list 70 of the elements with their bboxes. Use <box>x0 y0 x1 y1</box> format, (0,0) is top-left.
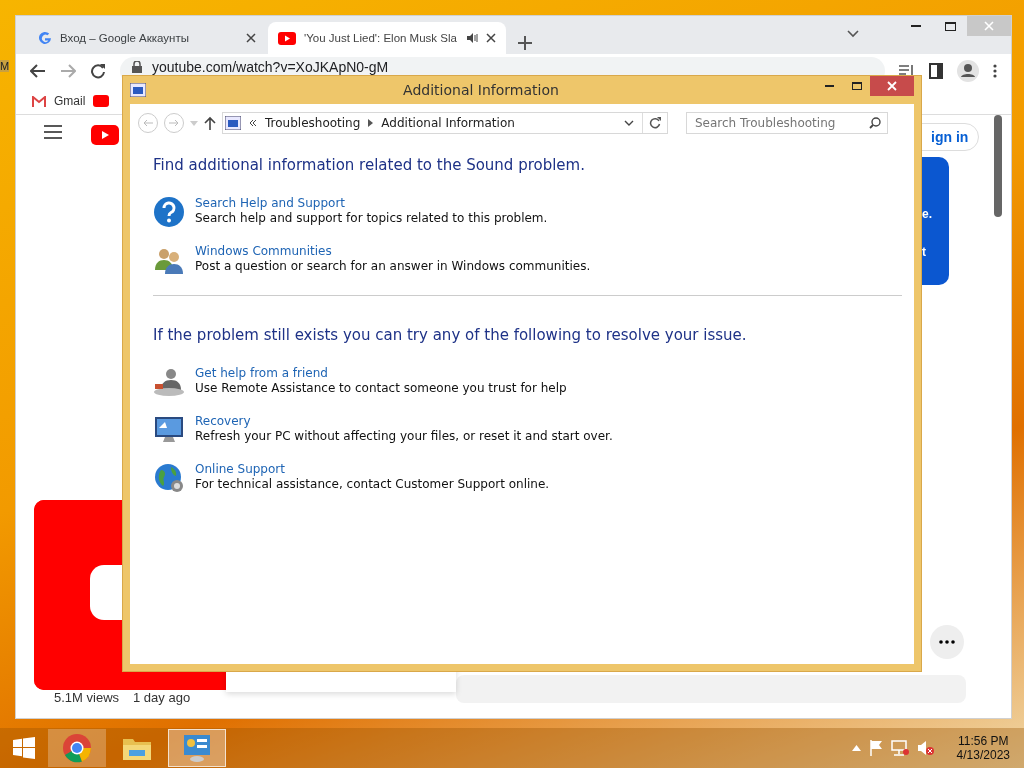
section-heading: Find additional information related to the Sound problem. <box>153 156 586 174</box>
clock-time: 11:56 PM <box>958 734 1009 748</box>
globe-icon <box>153 462 185 494</box>
link[interactable]: Search Help and Support <box>195 196 346 210</box>
back-icon[interactable] <box>30 64 46 78</box>
link[interactable]: Windows Communities <box>195 244 332 258</box>
link-description: Search help and support for topics related to this problem. <box>195 211 548 225</box>
back-icon <box>143 119 153 127</box>
link[interactable]: Online Support <box>195 462 285 476</box>
list-icon[interactable] <box>899 64 915 78</box>
side-panel-icon[interactable] <box>929 63 943 79</box>
taskbar-button[interactable] <box>48 729 106 767</box>
control-panel-icon <box>225 116 241 130</box>
breadcrumb-item[interactable]: Troubleshooting <box>265 116 361 130</box>
address-bar[interactable]: Troubleshooting Additional Information <box>222 112 668 134</box>
dropdown-icon[interactable] <box>847 30 859 38</box>
desktop-icon-label: M <box>0 60 10 72</box>
arrow-icon <box>368 119 374 127</box>
search-field[interactable]: Search Troubleshooting <box>686 112 888 134</box>
lock-icon <box>132 61 142 73</box>
popup-text: e. <box>922 207 932 221</box>
chrome-icon <box>61 732 93 764</box>
link[interactable]: Recovery <box>195 414 251 428</box>
breadcrumb-item[interactable]: Additional Information <box>381 116 515 130</box>
new-tab-icon[interactable] <box>518 36 532 50</box>
browser-tab[interactable]: Вход – Google Аккаунты <box>28 22 266 54</box>
close-icon[interactable] <box>246 33 256 43</box>
scrollbar-thumb[interactable] <box>994 115 1002 217</box>
dropdown-icon[interactable] <box>624 120 634 126</box>
google-icon <box>38 31 52 45</box>
link[interactable]: Get help from a friend <box>195 366 328 380</box>
bookmark-link[interactable]: Gmail <box>54 94 86 108</box>
help-icon <box>153 196 185 228</box>
section-heading: If the problem still exists you can try any of the following to resolve your issue. <box>153 326 748 344</box>
more-icon[interactable] <box>993 64 997 78</box>
caret-icon[interactable] <box>851 745 861 751</box>
chevron-icon <box>249 119 257 127</box>
network-icon[interactable] <box>890 740 909 756</box>
play-logo-icon <box>93 95 110 107</box>
link-description: Use Remote Assistance to contact someone you trust for help <box>195 381 567 395</box>
clock-date: 4/13/2023 <box>956 748 1010 762</box>
close-icon[interactable] <box>486 33 496 43</box>
reload-icon[interactable] <box>90 63 106 79</box>
person-icon <box>153 366 185 398</box>
more-icon <box>939 640 955 644</box>
profile-icon[interactable] <box>957 60 979 82</box>
link-description: Refresh your PC without affecting your files, or reset it and start over. <box>195 429 613 443</box>
muted-speaker-icon[interactable] <box>916 740 935 756</box>
up-icon[interactable] <box>204 116 216 130</box>
speaker-icon[interactable] <box>466 32 478 44</box>
browser-tab[interactable]: 'You Just Lied': Elon Musk Sla <box>268 22 506 54</box>
popup-text: t <box>922 245 926 259</box>
control-panel-icon <box>181 732 213 764</box>
control-panel-icon <box>130 83 146 97</box>
more-button[interactable] <box>930 625 964 659</box>
window-title: Additional Information <box>402 82 560 98</box>
refresh-icon[interactable] <box>649 117 661 129</box>
menu-icon[interactable] <box>44 125 62 139</box>
windows-icon[interactable] <box>13 737 35 759</box>
link-description: Post a question or search for an answer in Windows communities. <box>195 259 591 273</box>
play-logo-icon <box>278 31 296 45</box>
upload-age: 1 day ago <box>133 690 191 705</box>
link-description: For technical assistance, contact Customer Support online. <box>195 477 550 491</box>
play-logo-icon[interactable] <box>91 125 119 145</box>
flag-icon[interactable] <box>868 740 883 756</box>
search-icon <box>869 117 881 129</box>
mail-icon <box>32 95 46 107</box>
view-count: 5.1M views <box>54 690 120 705</box>
taskbar-button[interactable] <box>168 729 226 767</box>
forward-icon <box>169 119 179 127</box>
